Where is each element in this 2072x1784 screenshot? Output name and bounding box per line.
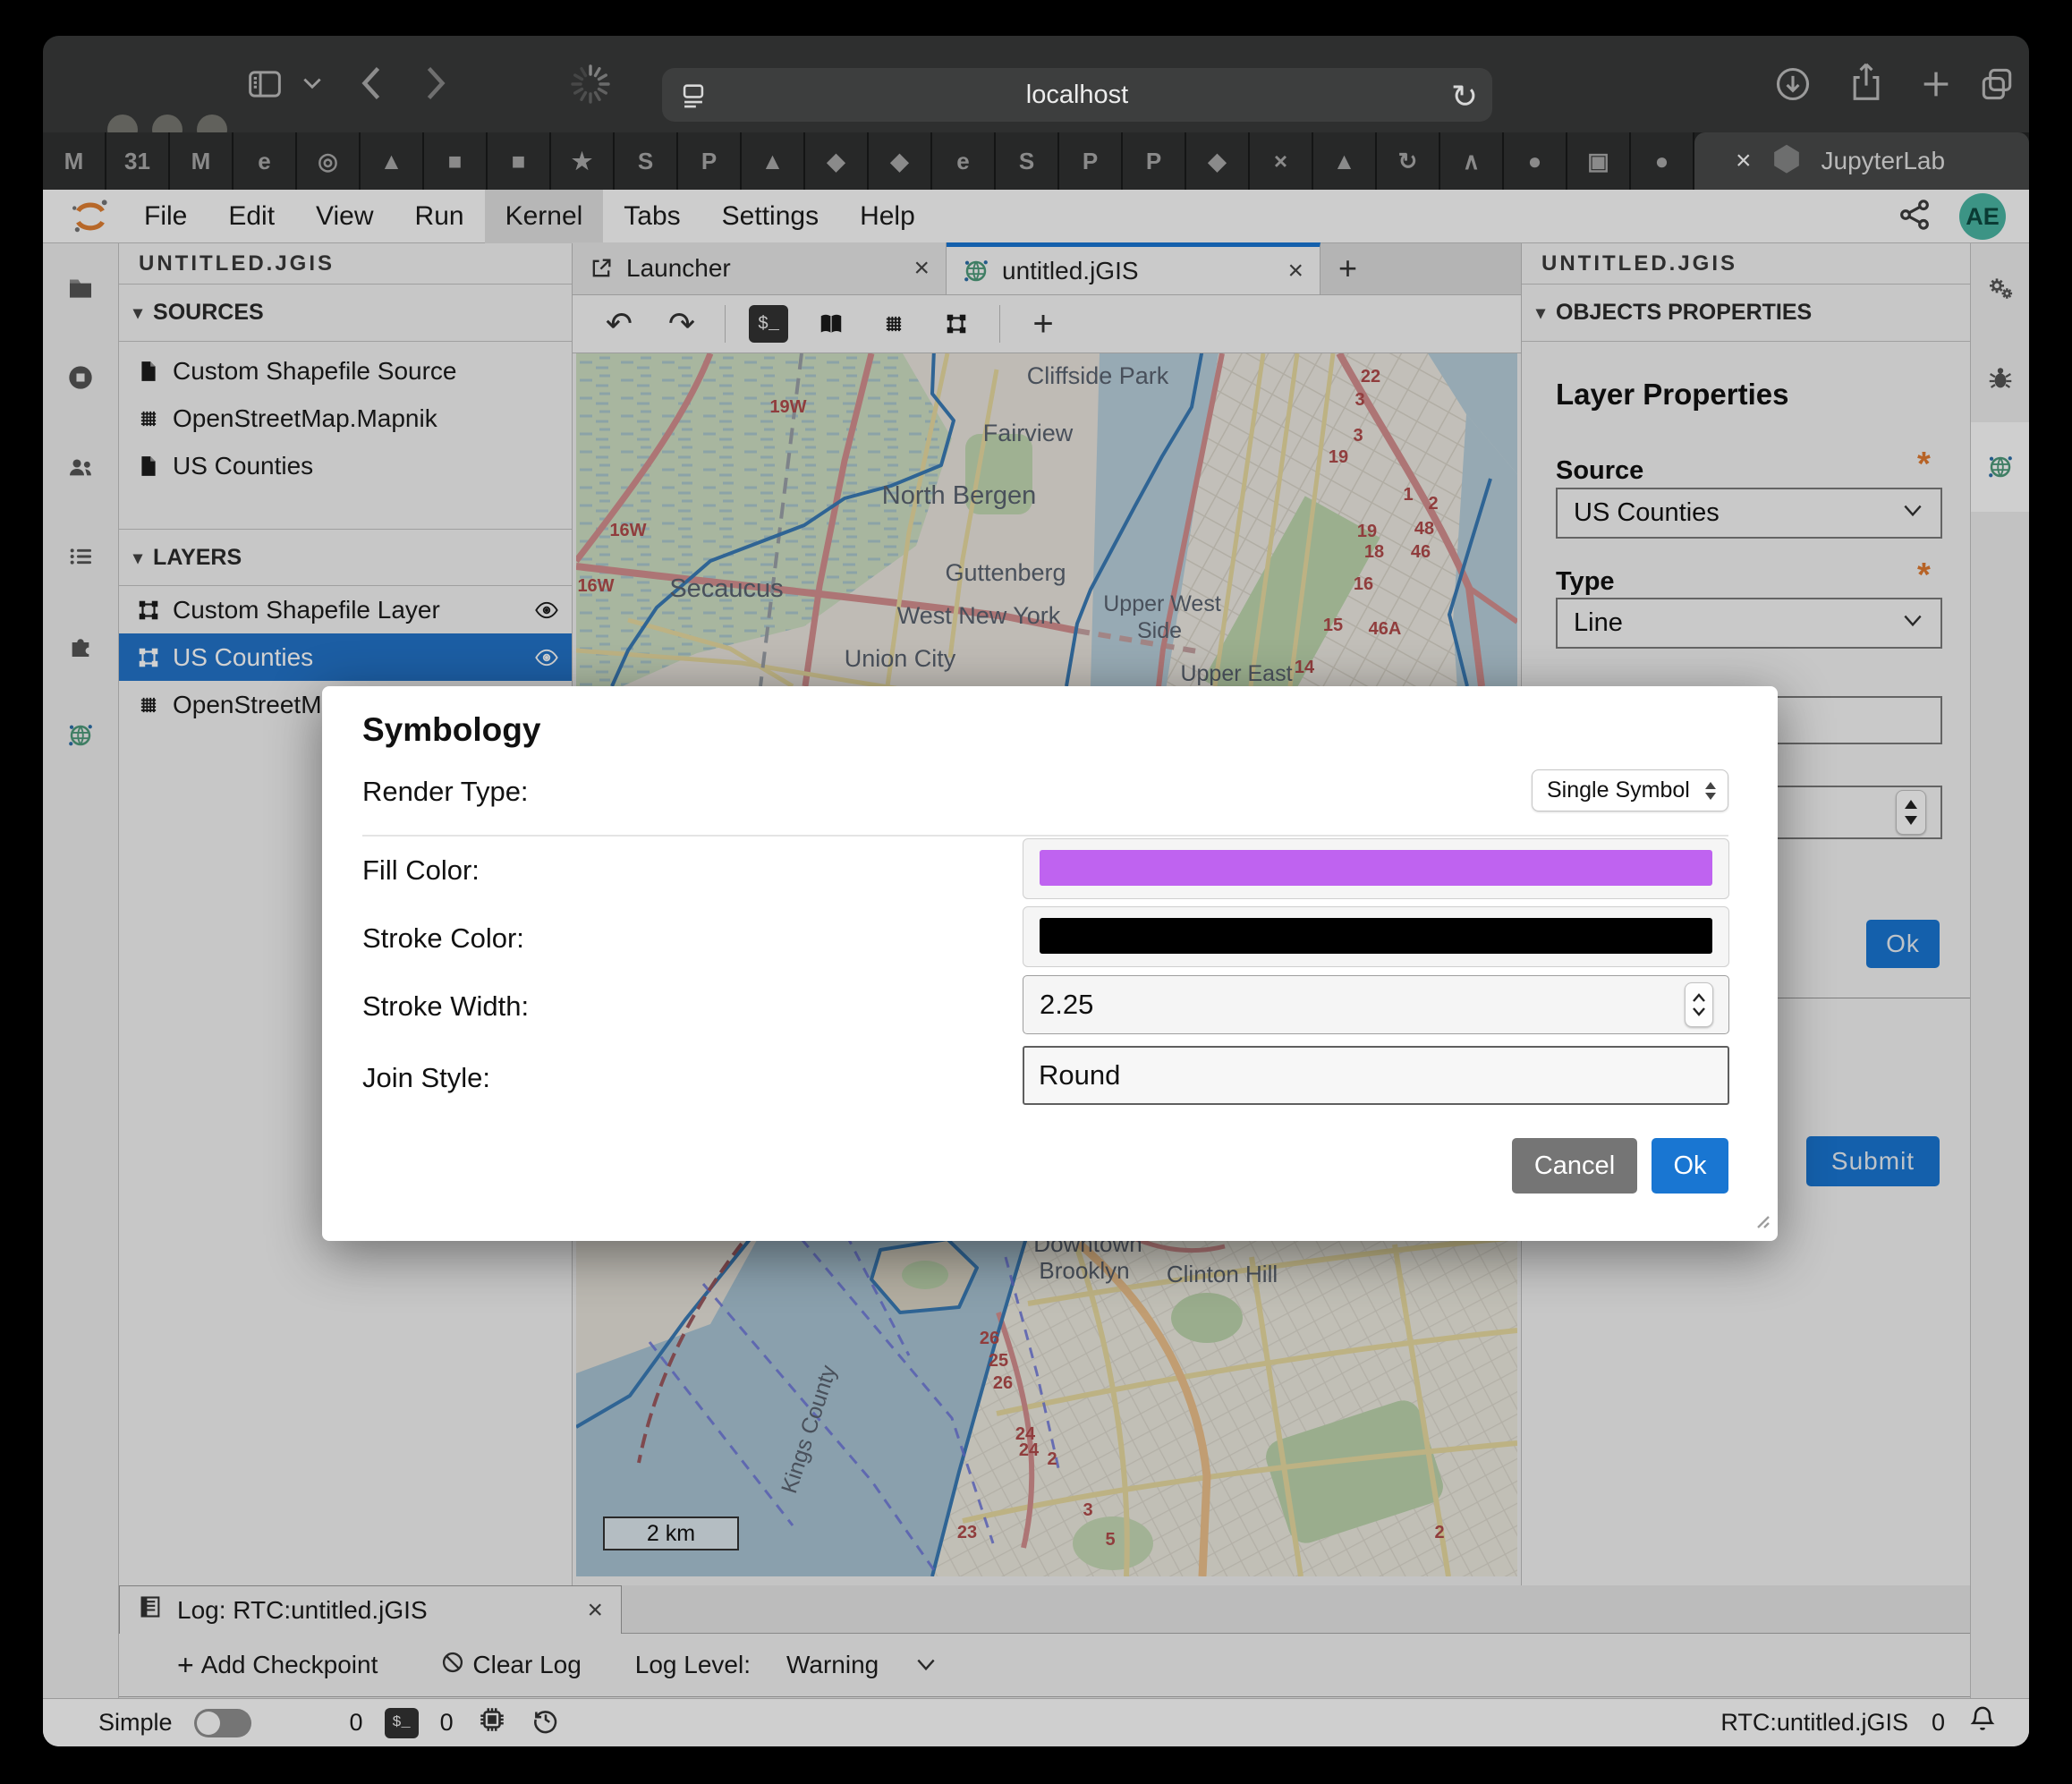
browser-toolbar: localhost ↻ <box>43 36 2029 132</box>
pinned-tab-favicon[interactable]: P <box>678 132 742 190</box>
pinned-tab-favicon[interactable]: ∧ <box>1440 132 1504 190</box>
downloads-icon[interactable] <box>1773 64 1813 108</box>
fill-color-label: Fill Color: <box>362 854 480 887</box>
ok-button[interactable]: Ok <box>1652 1138 1728 1194</box>
url-text: localhost <box>1026 81 1128 110</box>
loading-spinner-icon <box>569 63 612 110</box>
fill-color-swatch[interactable] <box>1040 850 1712 886</box>
tab-overview-icon[interactable] <box>1977 64 2017 108</box>
forward-button[interactable] <box>422 64 449 106</box>
pinned-tab-favicon[interactable]: M <box>170 132 234 190</box>
pinned-tab-favicon[interactable]: S <box>615 132 678 190</box>
symbology-dialog: Symbology Render Type: Single Symbol Fil… <box>322 686 1778 1241</box>
screenshot-stage: localhost ↻ M31Me◎▲■■★SP▲◆◆eSPP◆×▲↻∧●▣● … <box>0 0 2072 1784</box>
pinned-tab-favicon[interactable]: ▲ <box>742 132 805 190</box>
chevron-down-icon[interactable] <box>301 75 324 98</box>
render-type-label: Render Type: <box>362 776 529 808</box>
pinned-tabs: M31Me◎▲■■★SP▲◆◆eSPP◆×▲↻∧●▣● <box>43 132 1694 190</box>
pinned-tab-favicon[interactable]: e <box>234 132 297 190</box>
browser-window: localhost ↻ M31Me◎▲■■★SP▲◆◆eSPP◆×▲↻∧●▣● … <box>43 36 2029 1746</box>
jupyterlab-app: FileEditViewRunKernelTabsSettingsHelp AE… <box>43 190 2029 1746</box>
pinned-tab-favicon[interactable]: ▣ <box>1567 132 1631 190</box>
resize-handle-icon[interactable] <box>1751 1210 1771 1234</box>
address-bar[interactable]: localhost ↻ <box>662 68 1492 122</box>
pinned-tab-favicon[interactable]: M <box>43 132 106 190</box>
pinned-tab-favicon[interactable]: 31 <box>106 132 170 190</box>
stroke-width-stepper[interactable] <box>1685 982 1713 1027</box>
pinned-tab-favicon[interactable]: P <box>1059 132 1123 190</box>
pinned-tab-favicon[interactable]: ● <box>1631 132 1694 190</box>
pinned-tab-favicon[interactable]: ▲ <box>361 132 424 190</box>
browser-tab-strip: M31Me◎▲■■★SP▲◆◆eSPP◆×▲↻∧●▣● × JupyterLab <box>43 132 2029 190</box>
reader-view-icon[interactable] <box>678 81 709 115</box>
pinned-tab-favicon[interactable]: S <box>996 132 1059 190</box>
pinned-tab-favicon[interactable]: ■ <box>424 132 488 190</box>
refresh-icon[interactable]: ↻ <box>1451 78 1478 115</box>
stepper-icon <box>1704 782 1717 800</box>
stroke-color-picker[interactable] <box>1023 906 1729 967</box>
join-style-select[interactable]: Round <box>1023 1046 1729 1105</box>
browser-tab-jupyterlab[interactable]: × JupyterLab <box>1694 132 2029 190</box>
stroke-width-label: Stroke Width: <box>362 990 529 1023</box>
stroke-width-input[interactable]: 2.25 <box>1023 975 1729 1034</box>
join-style-label: Join Style: <box>362 1062 490 1094</box>
hexagon-icon <box>1771 142 1802 181</box>
close-tab-icon[interactable]: × <box>1736 146 1752 176</box>
stroke-color-swatch[interactable] <box>1040 918 1712 954</box>
back-button[interactable] <box>358 64 385 106</box>
pinned-tab-favicon[interactable]: ◆ <box>805 132 869 190</box>
share-icon[interactable] <box>1847 61 1886 108</box>
sidebar-toggle-icon[interactable] <box>247 68 283 105</box>
pinned-tab-favicon[interactable]: ↻ <box>1377 132 1440 190</box>
pinned-tab-favicon[interactable]: e <box>932 132 996 190</box>
pinned-tab-favicon[interactable]: ■ <box>488 132 551 190</box>
pinned-tab-favicon[interactable]: ◎ <box>297 132 361 190</box>
pinned-tab-favicon[interactable]: × <box>1250 132 1313 190</box>
render-type-select[interactable]: Single Symbol <box>1532 769 1728 811</box>
pinned-tab-favicon[interactable]: P <box>1123 132 1186 190</box>
cancel-button[interactable]: Cancel <box>1512 1138 1637 1194</box>
new-tab-icon[interactable] <box>1918 66 1954 106</box>
pinned-tab-favicon[interactable]: ◆ <box>869 132 932 190</box>
stroke-color-label: Stroke Color: <box>362 922 524 955</box>
dialog-title: Symbology <box>362 711 540 749</box>
pinned-tab-favicon[interactable]: ▲ <box>1313 132 1377 190</box>
pinned-tab-favicon[interactable]: ● <box>1504 132 1567 190</box>
pinned-tab-favicon[interactable]: ◆ <box>1186 132 1250 190</box>
fill-color-picker[interactable] <box>1023 838 1729 899</box>
pinned-tab-favicon[interactable]: ★ <box>551 132 615 190</box>
tab-title: JupyterLab <box>1821 147 1946 175</box>
